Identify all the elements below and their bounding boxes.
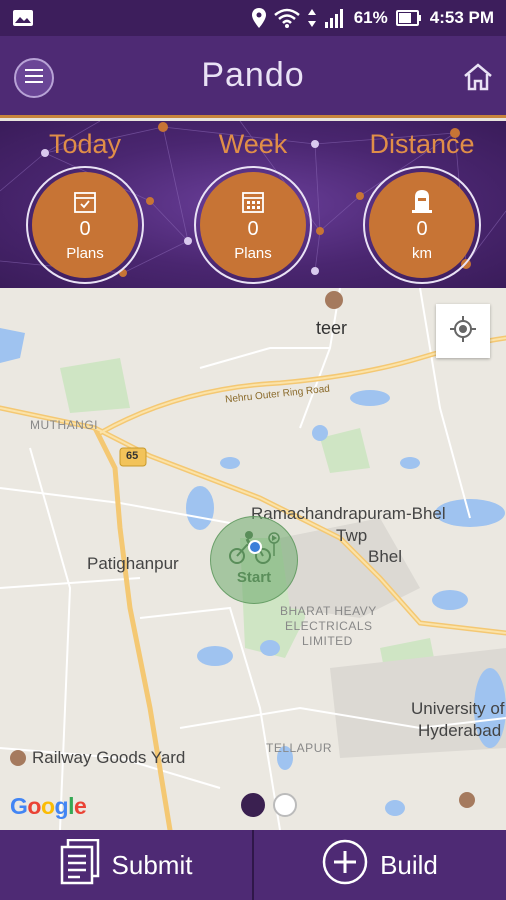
- image-icon: [12, 9, 34, 27]
- submit-button[interactable]: Submit: [0, 830, 252, 900]
- page-indicator: [241, 793, 297, 817]
- stat-today-disc: 0 Plans: [32, 172, 138, 278]
- map-label-muthangi: MUTHANGI: [30, 418, 98, 432]
- map-label-bharat-3: LIMITED: [302, 634, 353, 648]
- map-label-university-1: University of: [411, 699, 505, 718]
- my-location-button[interactable]: [436, 304, 490, 358]
- stat-distance-ring: 0 km: [363, 166, 481, 284]
- battery-percent: 61%: [353, 8, 388, 27]
- stat-distance-label: Distance: [369, 129, 475, 159]
- stat-distance[interactable]: Distance 0 km: [362, 127, 482, 284]
- map-label-tellapur: TELLAPUR: [266, 741, 333, 755]
- stat-distance-disc: 0 km: [369, 172, 475, 278]
- map-view[interactable]: teer Nehru Outer Ring Road MUTHANGI 65 R…: [0, 288, 506, 830]
- current-position-dot: [248, 540, 262, 554]
- calendar-check-icon: [73, 188, 97, 214]
- calendar-grid-icon: [241, 188, 265, 214]
- bottom-bar: Submit Build: [0, 830, 506, 900]
- map-label-university-2: Hyderabad: [418, 721, 502, 740]
- map-label-teer: teer: [316, 318, 348, 338]
- stat-week[interactable]: Week 0 Plans: [193, 127, 313, 284]
- start-label: Start: [236, 569, 272, 586]
- home-icon: [462, 63, 494, 97]
- stats-panel: Today 0 Plans Week 0 Plans Distance 0 km: [0, 121, 506, 288]
- map-label-ramachandrapuram: Ramachandrapuram-Bhel: [251, 504, 446, 523]
- stat-today-label: Today: [48, 129, 122, 159]
- google-logo: Google: [10, 793, 87, 819]
- home-button[interactable]: [462, 61, 494, 93]
- stat-distance-unit: km: [412, 245, 432, 262]
- wifi-icon: [273, 8, 300, 28]
- map-label-railway: Railway Goods Yard: [32, 748, 186, 767]
- stat-week-label: Week: [218, 129, 288, 159]
- map-label-bhel: Bhel: [368, 547, 403, 566]
- data-arrows-icon: [307, 9, 316, 27]
- clock: 4:53 PM: [429, 8, 494, 27]
- document-icon: [60, 838, 100, 892]
- build-button[interactable]: Build: [254, 830, 506, 900]
- crosshair-icon: [449, 315, 477, 348]
- build-label: Build: [380, 849, 438, 880]
- map-label-patighanpur: Patighanpur: [87, 554, 179, 573]
- page-dot-1[interactable]: [241, 793, 265, 817]
- submit-label: Submit: [111, 849, 193, 880]
- stat-today[interactable]: Today 0 Plans: [25, 127, 145, 284]
- stat-week-disc: 0 Plans: [200, 172, 306, 278]
- map-label-highway: 65: [126, 450, 139, 462]
- stat-today-ring: 0 Plans: [26, 166, 144, 284]
- app-title: Pando: [201, 56, 305, 94]
- milestone-icon: [411, 188, 433, 214]
- stat-week-ring: 0 Plans: [194, 166, 312, 284]
- stat-today-unit: Plans: [66, 245, 104, 262]
- location-icon: [251, 8, 266, 28]
- stat-week-value: 0: [247, 218, 259, 240]
- map-label-bharat-2: ELECTRICALS: [285, 619, 373, 633]
- start-marker[interactable]: Start: [210, 516, 298, 604]
- battery-icon: [395, 10, 422, 26]
- map-label-bharat-1: BHARAT HEAVY: [280, 604, 377, 618]
- signal-icon: [324, 8, 346, 28]
- status-bar: 61% 4:53 PM: [0, 0, 506, 36]
- app-bar: Pando: [0, 36, 506, 118]
- stat-today-value: 0: [79, 218, 91, 240]
- stat-week-unit: Plans: [234, 245, 272, 262]
- stat-distance-value: 0: [416, 218, 428, 240]
- page-dot-2[interactable]: [273, 793, 297, 817]
- plus-circle-icon: [322, 839, 368, 892]
- map-label-twp: Twp: [336, 526, 368, 545]
